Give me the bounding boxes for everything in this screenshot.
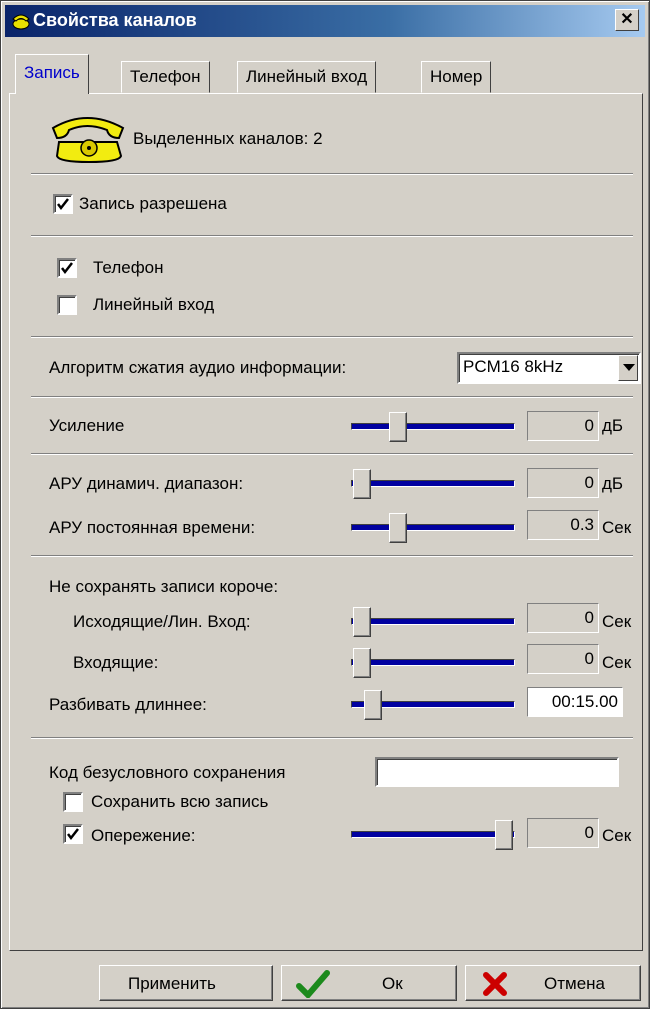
recording-enabled-label: Запись разрешена [79, 194, 227, 213]
slider-track[interactable] [351, 659, 515, 666]
separator [31, 396, 633, 398]
phone-source-label: Телефон [93, 258, 164, 277]
pre-record-value: 0 [584, 823, 594, 842]
incoming-value-box: 0 [527, 644, 599, 674]
agc-range-unit: дБ [602, 474, 624, 493]
incoming-value: 0 [584, 649, 594, 668]
agc-time-slider[interactable] [351, 513, 515, 543]
slider-thumb[interactable] [364, 690, 382, 720]
agc-time-label: АРУ постоянная времени: [49, 518, 256, 537]
tab-number[interactable]: Номер [421, 61, 492, 93]
gain-value-box: 0 [527, 411, 599, 441]
window-title: Свойства каналов [33, 10, 197, 30]
compression-label: Алгоритм сжатия аудио информации: [49, 358, 347, 377]
agc-range-value-box: 0 [527, 468, 599, 498]
slider-thumb[interactable] [389, 513, 407, 543]
outgoing-value: 0 [584, 608, 594, 627]
slider-thumb[interactable] [353, 469, 371, 499]
slider-thumb[interactable] [353, 607, 371, 637]
separator [31, 235, 633, 237]
line-in-source-label: Линейный вход [93, 295, 215, 314]
slider-track[interactable] [351, 831, 515, 838]
compression-value: PCM16 8kHz [463, 357, 564, 376]
split-slider[interactable] [351, 690, 515, 720]
agc-time-value-box: 0.3 [527, 510, 599, 540]
separator [31, 555, 633, 557]
slider-thumb[interactable] [353, 648, 371, 678]
split-label: Разбивать длиннее: [49, 695, 207, 714]
close-button[interactable]: ✕ [615, 9, 639, 31]
apply-label: Применить [128, 974, 216, 993]
checkmark-icon [57, 198, 69, 211]
gain-label: Усиление [49, 416, 125, 435]
unconditional-code-input[interactable] [375, 757, 619, 787]
phone-source-checkbox[interactable] [57, 258, 77, 278]
tab-recording[interactable]: Запись [15, 54, 89, 94]
agc-range-value: 0 [584, 473, 594, 492]
tab-line-in[interactable]: Линейный вход [237, 61, 377, 93]
save-all-label: Сохранить всю запись [91, 792, 269, 811]
pre-record-unit: Сек [602, 826, 632, 845]
telephone-icon [12, 14, 30, 30]
slider-thumb[interactable] [495, 820, 513, 850]
outgoing-slider[interactable] [351, 607, 515, 637]
gain-value: 0 [584, 416, 594, 435]
separator [31, 336, 633, 338]
slider-track[interactable] [351, 524, 515, 531]
selected-channels-label: Выделенных каналов: 2 [133, 129, 323, 148]
pre-record-checkbox[interactable] [63, 824, 83, 844]
split-value: 00:15.00 [551, 692, 618, 711]
outgoing-value-box: 0 [527, 603, 599, 633]
pre-record-label: Опережение: [91, 826, 196, 845]
unconditional-code-label: Код безусловного сохранения [49, 763, 286, 782]
min-length-label: Не сохранять записи короче: [49, 577, 279, 596]
cancel-button[interactable]: Отмена [465, 965, 641, 1001]
cancel-label: Отмена [544, 974, 605, 993]
agc-range-slider[interactable] [351, 469, 515, 499]
incoming-unit: Сек [602, 653, 632, 672]
tab-phone[interactable]: Телефон [121, 61, 210, 93]
separator [31, 173, 633, 175]
apply-button[interactable]: Применить [99, 965, 273, 1001]
split-value-box[interactable]: 00:15.00 [527, 687, 623, 717]
pre-record-slider[interactable] [351, 820, 515, 850]
channel-properties-window: Свойства каналов ✕ Запись Телефон Линейн… [0, 0, 650, 1009]
telephone-icon [51, 117, 125, 164]
gain-slider[interactable] [351, 412, 515, 442]
separator [31, 737, 633, 739]
check-icon [296, 970, 330, 998]
ok-label: Ок [382, 974, 403, 993]
agc-time-unit: Сек [602, 518, 632, 537]
agc-time-value: 0.3 [570, 515, 594, 534]
pre-record-value-box: 0 [527, 818, 599, 848]
tab-label: Запись [24, 63, 80, 82]
save-all-checkbox[interactable] [63, 792, 83, 812]
agc-range-label: АРУ динамич. диапазон: [49, 474, 244, 493]
gain-unit: дБ [602, 416, 624, 435]
cross-icon [483, 972, 507, 996]
checkmark-icon [61, 262, 73, 275]
tab-label: Телефон [130, 67, 201, 86]
incoming-label: Входящие: [73, 653, 159, 672]
outgoing-label: Исходящие/Лин. Вход: [73, 612, 251, 631]
compression-select[interactable]: PCM16 8kHz [457, 352, 641, 384]
slider-track[interactable] [351, 618, 515, 625]
title-bar: Свойства каналов ✕ [5, 5, 645, 37]
slider-track[interactable] [351, 423, 515, 430]
line-in-source-checkbox[interactable] [57, 295, 77, 315]
outgoing-unit: Сек [602, 612, 632, 631]
ok-button[interactable]: Ок [281, 965, 457, 1001]
tab-label: Линейный вход [246, 67, 368, 86]
close-icon: ✕ [620, 11, 634, 28]
slider-track[interactable] [351, 480, 515, 487]
checkmark-icon [67, 828, 79, 841]
separator [31, 453, 633, 455]
incoming-slider[interactable] [351, 648, 515, 678]
chevron-down-icon[interactable] [618, 355, 638, 381]
recording-enabled-checkbox[interactable] [53, 194, 73, 214]
tab-label: Номер [430, 67, 483, 86]
slider-thumb[interactable] [389, 412, 407, 442]
